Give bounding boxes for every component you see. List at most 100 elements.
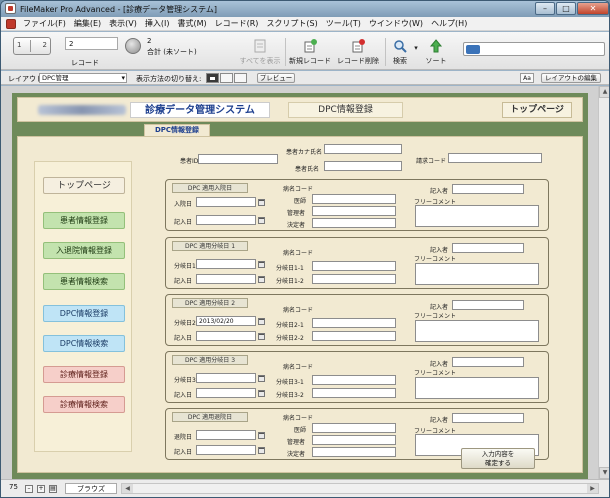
menu-help[interactable]: ヘルプ(H) (427, 18, 471, 29)
branch1-date-field[interactable] (196, 259, 256, 269)
menu-tools[interactable]: ツール(T) (322, 18, 365, 29)
free-comment-field[interactable] (415, 205, 539, 227)
writer-field[interactable] (452, 413, 524, 423)
calendar-icon[interactable] (258, 318, 265, 325)
menu-view[interactable]: 表示(V) (105, 18, 141, 29)
top-page-button[interactable]: トップページ (502, 102, 572, 118)
scroll-down-arrow-icon[interactable]: ▼ (599, 467, 609, 479)
entry-date-field[interactable] (196, 445, 256, 455)
entry-date-field[interactable] (196, 274, 256, 284)
calendar-icon[interactable] (258, 276, 265, 283)
scroll-right-arrow-icon[interactable]: ▶ (587, 484, 598, 493)
nav-patient-search[interactable]: 患者情報検索 (43, 273, 125, 290)
table-view-button[interactable] (234, 73, 247, 83)
maximize-button[interactable]: □ (556, 2, 576, 15)
menu-window[interactable]: ウインドウ(W) (365, 18, 427, 29)
toolbar-toggle-icon[interactable]: ▤ (49, 485, 57, 493)
calendar-icon[interactable] (258, 375, 265, 382)
nav-clinical-search[interactable]: 診療情報検索 (43, 396, 125, 413)
submit-button[interactable]: 入力内容を 確定する (461, 448, 535, 469)
free-comment-field[interactable] (415, 320, 539, 342)
patient-name-field[interactable] (324, 161, 402, 171)
free-comment-field[interactable] (415, 263, 539, 285)
menu-scripts[interactable]: スクリプト(S) (262, 18, 321, 29)
branch3-date-field[interactable] (196, 373, 256, 383)
menu-edit[interactable]: 編集(E) (70, 18, 105, 29)
calendar-icon[interactable] (258, 217, 265, 224)
book-left-page[interactable]: 1 (17, 41, 21, 49)
claim-code-field[interactable] (448, 153, 542, 163)
branch2-date-field[interactable]: 2013/02/20 (196, 316, 256, 326)
entry-date-field[interactable] (196, 388, 256, 398)
branch2-2-field[interactable] (312, 331, 396, 341)
edit-layout-button[interactable]: レイアウトの編集 (541, 73, 601, 83)
entry-date-field[interactable] (196, 331, 256, 341)
quick-find-icon[interactable] (466, 45, 480, 54)
nav-admission-register[interactable]: 入退院情報登録 (43, 242, 125, 259)
free-comment-field[interactable] (415, 377, 539, 399)
menu-format[interactable]: 書式(M) (173, 18, 210, 29)
form-view-button[interactable] (206, 73, 219, 83)
scroll-left-arrow-icon[interactable]: ◀ (122, 484, 133, 493)
delete-record-button[interactable]: レコード削除 (335, 39, 381, 66)
zoom-out-icon[interactable]: – (25, 485, 33, 493)
branch2-1-field[interactable] (312, 318, 396, 328)
tab-dpc-register[interactable]: DPC情報登録 (144, 124, 210, 136)
zoom-level[interactable]: 75 (9, 483, 18, 491)
list-view-button[interactable] (220, 73, 233, 83)
scroll-up-arrow-icon[interactable]: ▲ (599, 86, 609, 98)
calendar-icon[interactable] (258, 390, 265, 397)
zoom-in-icon[interactable]: + (37, 485, 45, 493)
show-all-button[interactable]: すべてを表示 (239, 39, 281, 66)
calendar-icon[interactable] (258, 261, 265, 268)
nav-dpc-search[interactable]: DPC情報検索 (43, 335, 125, 352)
quick-find-input[interactable] (463, 42, 605, 56)
calendar-icon[interactable] (258, 447, 265, 454)
find-button[interactable]: 検索 (389, 39, 411, 66)
nav-dpc-register[interactable]: DPC情報登録 (43, 305, 125, 322)
preview-button[interactable]: プレビュー (257, 73, 295, 83)
sort-button[interactable]: ソート (423, 39, 449, 66)
discharge-date-field[interactable] (196, 430, 256, 440)
find-dropdown-icon[interactable]: ▾ (412, 44, 420, 52)
patient-id-field[interactable] (198, 154, 278, 164)
doctor-field[interactable] (312, 194, 396, 204)
menu-insert[interactable]: 挿入(I) (141, 18, 174, 29)
book-right-page[interactable]: 2 (43, 41, 47, 49)
record-book[interactable]: 1 2 (13, 37, 51, 55)
horizontal-scrollbar[interactable]: ◀ ▶ (121, 483, 599, 494)
close-button[interactable]: ✕ (577, 2, 609, 15)
doctor-field[interactable] (312, 423, 396, 433)
minimize-button[interactable]: – (535, 2, 555, 15)
writer-field[interactable] (452, 184, 524, 194)
manager-field[interactable] (312, 206, 396, 216)
vertical-scrollbar[interactable]: ▲ ▼ (598, 86, 609, 479)
calendar-icon[interactable] (258, 199, 265, 206)
calendar-icon[interactable] (258, 333, 265, 340)
text-format-button[interactable]: Aa (520, 73, 534, 83)
calendar-icon[interactable] (258, 432, 265, 439)
layout-select[interactable]: DPC管理 (39, 73, 127, 83)
patient-kana-field[interactable] (324, 144, 402, 154)
writer-field[interactable] (452, 357, 524, 367)
nav-patient-register[interactable]: 患者情報登録 (43, 212, 125, 229)
branch1-2-field[interactable] (312, 274, 396, 284)
branch3-1-field[interactable] (312, 375, 396, 385)
record-number-field[interactable]: 2 (65, 37, 118, 50)
nav-top-page[interactable]: トップページ (43, 177, 125, 194)
writer-field[interactable] (452, 300, 524, 310)
new-record-button[interactable]: 新規レコード (287, 39, 333, 66)
admission-date-field[interactable] (196, 197, 256, 207)
document-menu-icon[interactable] (6, 18, 16, 29)
mode-indicator[interactable]: ブラウズ (65, 483, 117, 494)
entry-date-field[interactable] (196, 215, 256, 225)
nav-clinical-register[interactable]: 診療情報登録 (43, 366, 125, 383)
menu-records[interactable]: レコード(R) (211, 18, 263, 29)
decider-field[interactable] (312, 447, 396, 457)
menu-file[interactable]: ファイル(F) (19, 18, 70, 29)
branch3-2-field[interactable] (312, 388, 396, 398)
writer-field[interactable] (452, 243, 524, 253)
manager-field[interactable] (312, 435, 396, 445)
filemaker-app-icon[interactable] (5, 3, 16, 14)
branch1-1-field[interactable] (312, 261, 396, 271)
